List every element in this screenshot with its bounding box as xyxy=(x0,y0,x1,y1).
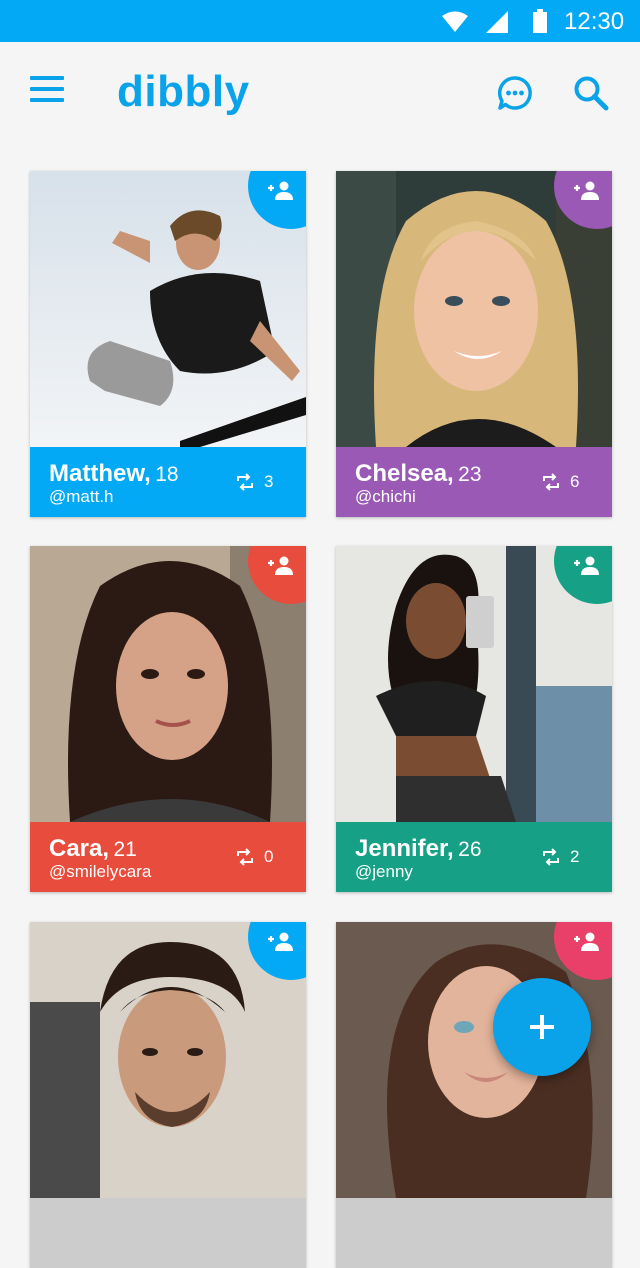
repost-count: 3 xyxy=(264,472,274,491)
profile-handle: @matt.h xyxy=(49,487,114,506)
add-person-icon xyxy=(268,556,293,575)
profile-age: 21 xyxy=(113,838,137,861)
profile-card-chelsea[interactable]: Chelsea, 23 @chichi 6 xyxy=(336,171,612,517)
card-footer: Jennifer, 26 @jenny 2 xyxy=(336,822,612,892)
app-bar: dibbly xyxy=(0,42,640,146)
card-footer: Cara, 21 @smilelycara 0 xyxy=(30,822,306,892)
profile-age: 26 xyxy=(458,838,482,861)
profile-handle: @smilelycara xyxy=(49,862,152,881)
profile-name: Cara, xyxy=(49,835,110,862)
status-time: 12:30 xyxy=(564,8,625,35)
repost-count: 2 xyxy=(570,847,580,866)
card-footer: Matthew, 18 @matt.h 3 xyxy=(30,447,306,517)
add-person-icon xyxy=(574,932,599,951)
add-person-icon xyxy=(268,181,293,200)
chat-button[interactable] xyxy=(497,75,533,111)
profile-card-jennifer[interactable]: Jennifer, 26 @jenny 2 xyxy=(336,546,612,892)
profile-card-cara[interactable]: Cara, 21 @smilelycara 0 xyxy=(30,546,306,892)
wifi-icon xyxy=(442,11,468,32)
profile-handle: @jenny xyxy=(355,862,413,881)
add-person-icon xyxy=(268,932,293,951)
profile-card-6[interactable] xyxy=(336,922,612,1268)
repost-icon xyxy=(237,848,253,866)
add-person-icon xyxy=(574,181,599,200)
repost-icon xyxy=(543,473,559,491)
add-person-icon xyxy=(574,556,599,575)
profile-card-matthew[interactable]: Matthew, 18 @matt.h 3 xyxy=(30,171,306,517)
app-title: dibbly xyxy=(117,67,250,116)
repost-icon xyxy=(237,473,253,491)
chat-icon xyxy=(497,76,532,110)
search-button[interactable] xyxy=(573,75,609,111)
profile-card-5[interactable] xyxy=(30,922,306,1268)
repost-icon xyxy=(543,848,559,866)
status-bar: 12:30 xyxy=(0,0,640,42)
profile-age: 23 xyxy=(458,463,482,486)
menu-button[interactable] xyxy=(30,76,70,106)
menu-icon xyxy=(30,76,70,102)
add-fab-button[interactable] xyxy=(493,978,591,1076)
battery-icon xyxy=(533,9,547,33)
profile-handle: @chichi xyxy=(355,487,416,506)
card-footer: Chelsea, 23 @chichi 6 xyxy=(336,447,612,517)
profile-age: 18 xyxy=(155,463,179,486)
profile-name: Jennifer, xyxy=(355,835,454,862)
search-icon xyxy=(574,76,609,111)
profile-name: Matthew, xyxy=(49,460,151,487)
profile-name: Chelsea, xyxy=(355,460,454,487)
repost-count: 0 xyxy=(264,847,274,866)
repost-count: 6 xyxy=(570,472,580,491)
cell-signal-icon xyxy=(486,11,508,33)
